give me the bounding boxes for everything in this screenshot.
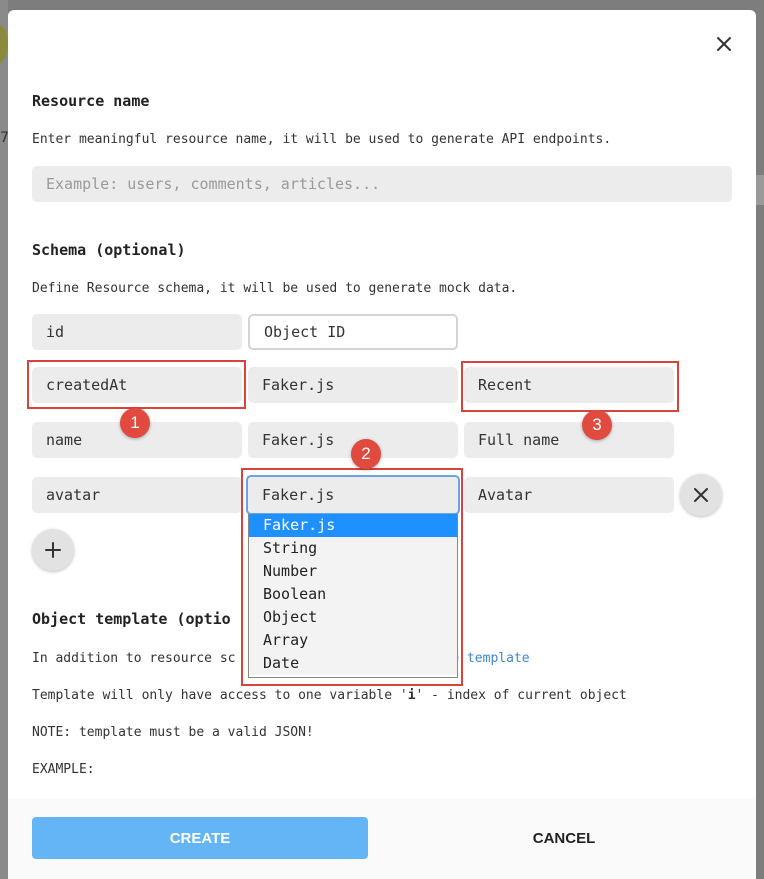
template-variable-name: i — [407, 688, 416, 703]
field-type-select[interactable]: Object ID — [248, 314, 458, 350]
resource-name-title: Resource name — [32, 92, 150, 110]
template-variable-text-end: ' - index of current object — [415, 688, 627, 703]
background-element — [755, 175, 764, 205]
object-template-title: Object template (optio — [32, 610, 231, 628]
annotation-box-3 — [461, 361, 679, 412]
template-info-text: In addition to resource sc — [32, 651, 236, 666]
template-variable-note: Template will only have access to one va… — [32, 688, 627, 703]
add-field-button[interactable] — [32, 529, 74, 571]
close-icon — [694, 488, 708, 502]
annotation-badge-2: 2 — [351, 439, 381, 469]
field-type-select[interactable]: Faker.js — [248, 367, 458, 403]
plus-icon — [45, 542, 61, 558]
template-example-label: EXAMPLE: — [32, 762, 95, 777]
template-variable-text: Template will only have access to one va… — [32, 688, 408, 703]
close-icon — [717, 37, 731, 51]
resource-name-description: Enter meaningful resource name, it will … — [32, 132, 612, 147]
create-button[interactable]: CREATE — [32, 817, 368, 859]
field-generator-select[interactable]: Full name — [464, 422, 674, 458]
annotation-box-1 — [27, 360, 246, 409]
cancel-button[interactable]: CANCEL — [396, 817, 732, 859]
resource-name-input[interactable] — [32, 166, 732, 202]
field-name-input[interactable]: avatar — [32, 477, 242, 513]
close-button[interactable] — [712, 32, 736, 56]
annotation-badge-1: 1 — [120, 408, 150, 438]
annotation-box-2 — [241, 468, 463, 686]
field-generator-select[interactable]: Avatar — [464, 477, 674, 513]
schema-description: Define Resource schema, it will be used … — [32, 281, 518, 296]
dialog-footer: CREATE CANCEL — [8, 798, 756, 879]
field-name-input[interactable]: id — [32, 314, 242, 350]
create-resource-dialog: Resource name Enter meaningful resource … — [8, 10, 756, 879]
annotation-badge-3: 3 — [582, 410, 612, 440]
schema-title: Schema (optional) — [32, 241, 186, 259]
template-json-note: NOTE: template must be a valid JSON! — [32, 725, 314, 740]
remove-field-button[interactable] — [680, 474, 722, 516]
